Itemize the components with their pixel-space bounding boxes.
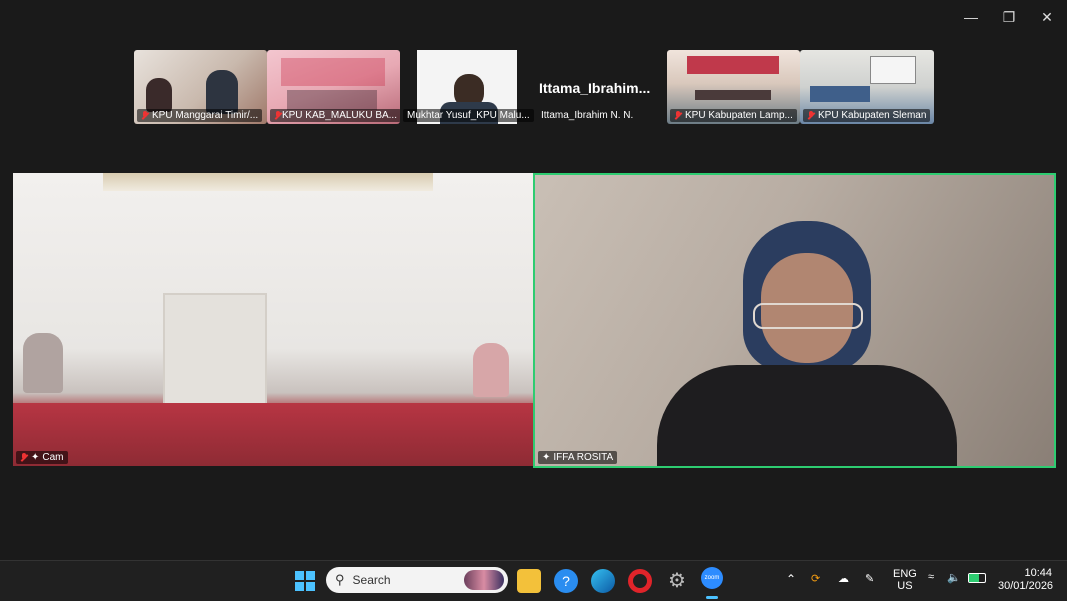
language-indicator[interactable]: ENG US bbox=[893, 568, 917, 592]
clock[interactable]: 10:44 30/01/2026 bbox=[998, 567, 1054, 593]
participant-label: KPU Kabupaten Lamp... bbox=[670, 109, 797, 122]
participant-name-large: Ittama_Ibrahim... bbox=[539, 80, 651, 96]
clock-date: 30/01/2026 bbox=[998, 580, 1054, 592]
help-app-icon[interactable]: ? bbox=[554, 569, 578, 593]
video-tile-cam[interactable]: ✦ Cam bbox=[13, 173, 533, 466]
minimize-button[interactable]: — bbox=[955, 6, 987, 28]
gallery-tile-kpu-manggarai[interactable]: KPU Manggarai Timir/... bbox=[134, 50, 267, 124]
participant-label: KPU KAB_MALUKU BA... bbox=[270, 109, 400, 122]
muted-mic-icon bbox=[20, 453, 28, 462]
gallery-tile-ittama-ibrahim[interactable]: Ittama_Ibrahim... Ittama_Ibrahim N. N. bbox=[534, 50, 667, 124]
participant-label: ✦ Cam bbox=[16, 451, 68, 464]
edge-browser-icon[interactable] bbox=[591, 569, 615, 593]
restore-button[interactable]: ❐ bbox=[993, 6, 1025, 28]
participant-label: Ittama_Ibrahim N. N. bbox=[541, 110, 634, 121]
search-placeholder: Search bbox=[352, 573, 391, 587]
battery-icon[interactable] bbox=[968, 573, 986, 583]
volume-icon[interactable]: 🔈 bbox=[947, 571, 961, 584]
active-app-indicator bbox=[706, 596, 718, 599]
file-explorer-icon[interactable] bbox=[517, 569, 541, 593]
gallery-tile-mukhtar-yusuf[interactable]: Mukhtar Yusuf_KPU Malu... bbox=[400, 50, 534, 124]
opera-browser-icon[interactable] bbox=[628, 569, 652, 593]
muted-mic-icon bbox=[807, 111, 815, 120]
participant-label: KPU Kabupaten Sleman bbox=[803, 109, 931, 122]
participant-label: Mukhtar Yusuf_KPU Malu... bbox=[403, 109, 534, 122]
settings-gear-icon[interactable]: ⚙ bbox=[665, 569, 689, 593]
search-icon: ⚲ bbox=[335, 572, 345, 587]
wifi-icon[interactable]: ≈ bbox=[928, 571, 934, 583]
cloud-icon[interactable]: ☁ bbox=[838, 572, 849, 585]
windows-start-icon[interactable] bbox=[293, 569, 317, 593]
pin-icon: ✦ bbox=[542, 452, 551, 463]
participant-label: ✦ IFFA ROSITA bbox=[538, 451, 618, 464]
video-tile-iffa-rosita[interactable]: ✦ IFFA ROSITA bbox=[533, 173, 1056, 468]
taskbar-search-box[interactable]: ⚲ Search bbox=[326, 567, 508, 593]
show-hidden-icons-chevron-icon[interactable]: ⌃ bbox=[786, 572, 796, 586]
pin-icon: ✦ bbox=[31, 452, 40, 463]
glasses bbox=[753, 303, 863, 329]
search-highlight-image bbox=[464, 570, 504, 590]
zoom-app-icon[interactable]: zoom bbox=[701, 567, 723, 589]
gallery-tile-kpu-maluku[interactable]: KPU KAB_MALUKU BA... bbox=[267, 50, 400, 124]
pen-icon[interactable]: ✎ bbox=[865, 572, 874, 585]
close-button[interactable]: ✕ bbox=[1031, 6, 1063, 28]
sync-status-icon[interactable]: ⟳ bbox=[811, 572, 820, 585]
participant-label: KPU Manggarai Timir/... bbox=[137, 109, 263, 122]
muted-mic-icon bbox=[141, 111, 149, 120]
muted-mic-icon bbox=[674, 111, 682, 120]
gallery-tile-kpu-sleman[interactable]: KPU Kabupaten Sleman bbox=[800, 50, 934, 124]
clock-time: 10:44 bbox=[1024, 567, 1052, 579]
muted-mic-icon bbox=[274, 111, 280, 120]
gallery-tile-kpu-lampung[interactable]: KPU Kabupaten Lamp... bbox=[667, 50, 800, 124]
